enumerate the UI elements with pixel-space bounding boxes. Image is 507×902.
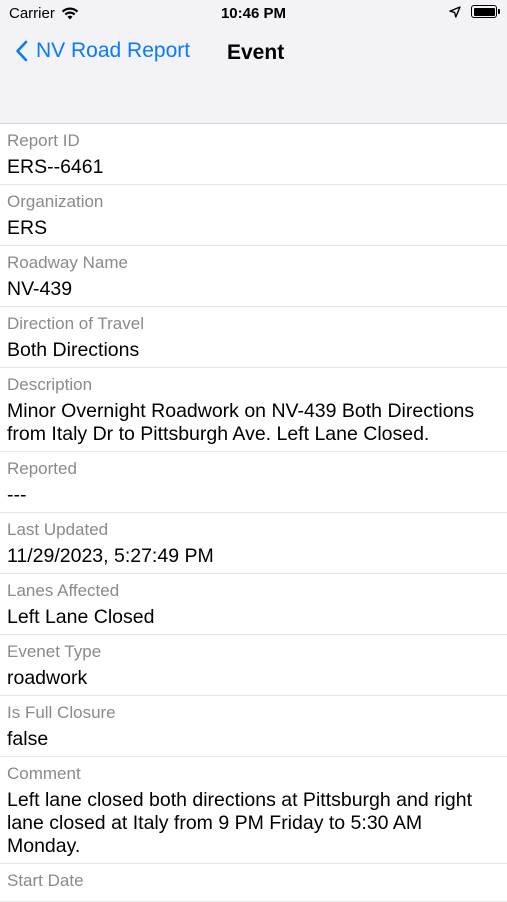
field-value: Left lane closed both directions at Pitt…: [7, 789, 473, 857]
field-label: Description: [7, 375, 93, 394]
field-value: Minor Overnight Roadwork on NV-439 Both …: [7, 400, 475, 445]
field-label: Is Full Closure: [7, 703, 116, 722]
field-lanes-affected: Lanes Affected Left Lane Closed: [0, 574, 507, 635]
field-label: Roadway Name: [7, 253, 128, 272]
field-report-id: Report ID ERS--6461: [0, 124, 507, 185]
field-start-date: Start Date: [0, 864, 507, 902]
field-label: Lanes Affected: [7, 581, 120, 600]
field-last-updated: Last Updated 11/29/2023, 5:27:49 PM: [0, 513, 507, 574]
field-organization: Organization ERS: [0, 185, 507, 246]
field-value: NV-439: [7, 278, 73, 300]
field-is-full-closure: Is Full Closure false: [0, 696, 507, 757]
field-value: ---: [7, 484, 27, 506]
field-description: Description Minor Overnight Roadwork on …: [0, 368, 507, 452]
header-area: Carrier 10:46 PM NV Road Report Event: [0, 0, 507, 124]
field-label: Reported: [7, 459, 77, 478]
field-direction-of-travel: Direction of Travel Both Directions: [0, 307, 507, 368]
chevron-left-icon: [16, 40, 28, 62]
field-label: Start Date: [7, 871, 84, 890]
status-time: 10:46 PM: [220, 5, 287, 22]
field-label: Comment: [7, 764, 81, 783]
page-title: Event: [227, 41, 285, 64]
field-label: Organization: [7, 192, 104, 211]
field-value: ERS: [7, 217, 48, 239]
field-value: ERS--6461: [7, 156, 104, 178]
field-label: Direction of Travel: [7, 314, 144, 333]
location-arrow-icon: [449, 5, 461, 18]
field-label: Report ID: [7, 131, 80, 150]
field-value: 11/29/2023, 5:27:49 PM: [7, 545, 214, 567]
field-comment: Comment Left lane closed both directions…: [0, 757, 507, 864]
field-label: Evenet Type: [7, 642, 102, 661]
field-label: Last Updated: [7, 520, 109, 539]
status-right: [449, 5, 500, 18]
field-reported: Reported ---: [0, 452, 507, 513]
battery-icon: [471, 5, 500, 18]
field-value: Left Lane Closed: [7, 606, 155, 628]
field-value: false: [7, 728, 49, 750]
event-details-list[interactable]: Report ID ERS--6461 Organization ERS Roa…: [0, 124, 507, 902]
status-bar: Carrier 10:46 PM: [0, 0, 507, 30]
back-button[interactable]: NV Road Report: [15, 39, 190, 63]
field-value: roadwork: [7, 667, 88, 689]
field-value: Both Directions: [7, 339, 140, 361]
navigation-bar: NV Road Report Event: [0, 30, 507, 74]
field-event-type: Evenet Type roadwork: [0, 635, 507, 696]
field-roadway-name: Roadway Name NV-439: [0, 246, 507, 307]
back-button-label: NV Road Report: [36, 39, 191, 62]
